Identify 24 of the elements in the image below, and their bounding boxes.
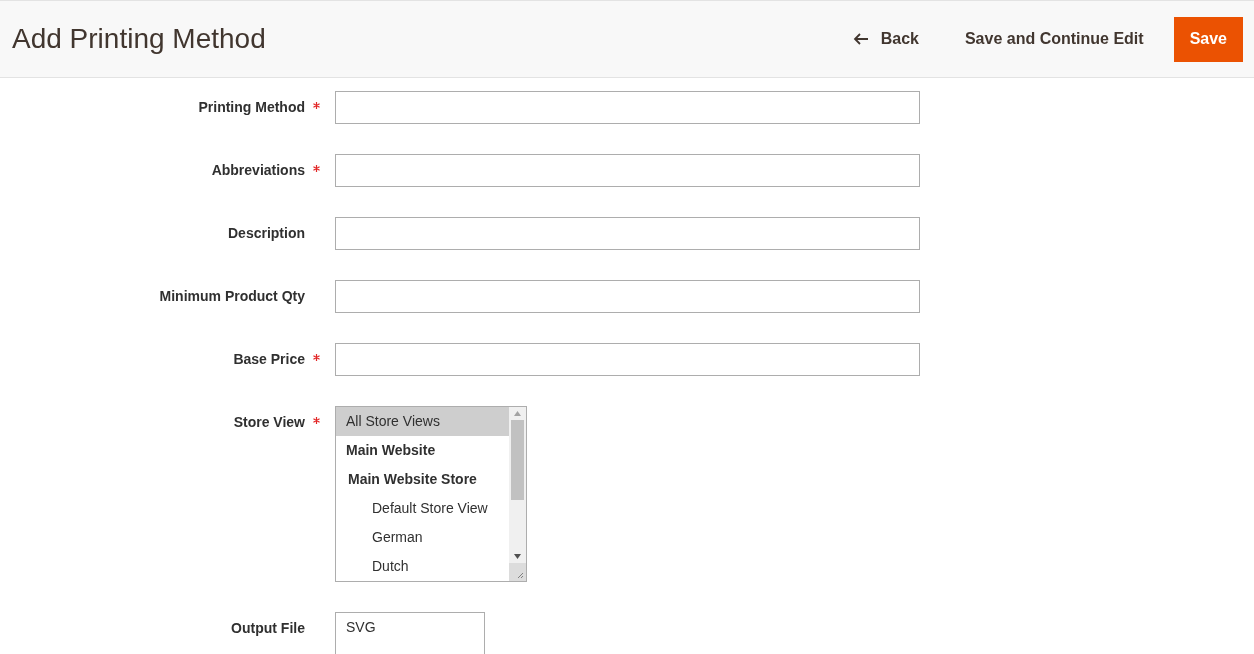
- text-field[interactable]: [335, 154, 920, 187]
- arrow-left-icon: [852, 32, 869, 46]
- field-label: Minimum Product Qty: [159, 287, 305, 306]
- scrollbar[interactable]: [509, 407, 526, 581]
- field-label: Store View: [233, 413, 305, 432]
- field-label: Printing Method: [198, 98, 305, 117]
- text-field[interactable]: [335, 91, 920, 124]
- text-field[interactable]: [335, 217, 920, 250]
- page-title: Add Printing Method: [12, 22, 266, 56]
- field-label: Output File: [231, 619, 305, 638]
- list-option[interactable]: All Store Views: [336, 407, 509, 436]
- back-button[interactable]: Back: [850, 27, 921, 51]
- scroll-down-icon[interactable]: [514, 554, 521, 559]
- text-field[interactable]: [335, 280, 920, 313]
- text-field[interactable]: [335, 343, 920, 376]
- field-label: Base Price: [233, 350, 305, 369]
- field-label: Abbreviations: [211, 161, 305, 180]
- save-button[interactable]: Save: [1173, 16, 1243, 62]
- field-label: Description: [228, 224, 305, 243]
- save-continue-button[interactable]: Save and Continue Edit: [964, 27, 1144, 51]
- scroll-up-icon[interactable]: [514, 411, 521, 416]
- output-file-select[interactable]: SVG: [335, 612, 485, 654]
- store-view-select[interactable]: All Store Views Main Website Main Website Store Default Store View German Dutch: [335, 406, 527, 582]
- resize-grip-icon[interactable]: [509, 563, 526, 581]
